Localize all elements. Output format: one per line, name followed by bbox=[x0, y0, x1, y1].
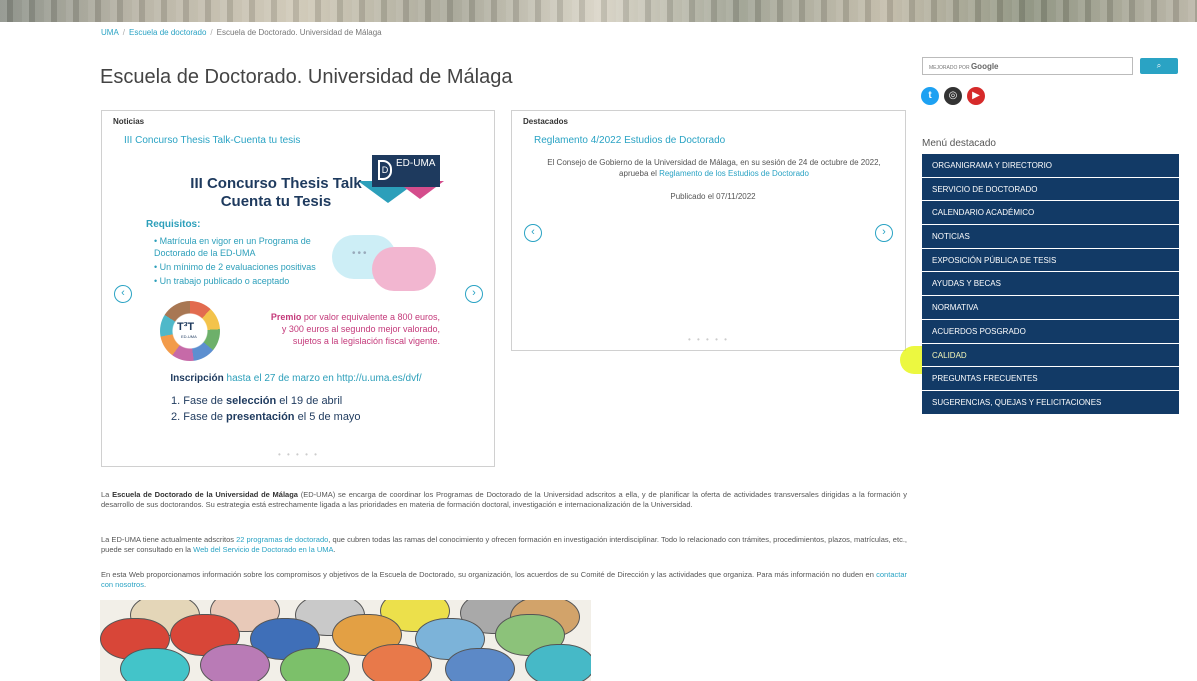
breadcrumb-item-uma[interactable]: UMA bbox=[101, 28, 119, 37]
noticias-panel: Noticias III Concurso Thesis Talk-Cuenta… bbox=[101, 110, 495, 467]
servicio-doctorado-link[interactable]: Web del Servicio de Doctorado en la UMA bbox=[193, 545, 333, 554]
menu-item-organigrama[interactable]: ORGANIGRAMA Y DIRECTORIO bbox=[922, 154, 1179, 178]
destacados-published-date: Publicado el 07/11/2022 bbox=[670, 192, 756, 201]
menu-item-ayudas-becas[interactable]: AYUDAS Y BECAS bbox=[922, 272, 1179, 297]
search-placeholder: MEJORADO POR Google bbox=[929, 62, 999, 71]
noticias-link[interactable]: III Concurso Thesis Talk-Cuenta tu tesis bbox=[124, 135, 300, 146]
breadcrumb-item-current: Escuela de Doctorado. Universidad de Mál… bbox=[216, 28, 382, 37]
poster-title-line2: Cuenta tu Tesis bbox=[220, 193, 332, 210]
noticias-prev-button[interactable]: ‹ bbox=[114, 285, 132, 303]
breadcrumb: UMA / Escuela de doctorado / Escuela de Doct… bbox=[101, 28, 382, 37]
bowl-shape bbox=[525, 644, 591, 681]
reglamento-link[interactable]: Reglamento de los Estudios de Doctorado bbox=[659, 169, 809, 178]
bowl-shape bbox=[280, 648, 350, 681]
intro-paragraph-1: La Escuela de Doctorado de la Universida… bbox=[101, 490, 907, 509]
poster-premio: Premio por valor equivalente a 800 euros… bbox=[270, 312, 440, 346]
bowl-shape bbox=[362, 644, 432, 681]
menu-item-calendario[interactable]: CALENDARIO ACADÉMICO bbox=[922, 201, 1179, 226]
menu-item-preguntas-frecuentes[interactable]: PREGUNTAS FRECUENTES bbox=[922, 367, 1179, 391]
breadcrumb-item-escuela[interactable]: Escuela de doctorado bbox=[129, 28, 206, 37]
poster-requisito: • Matrícula en vigor en un Programa de bbox=[154, 236, 311, 246]
poster-requisito: Doctorado de la ED-UMA bbox=[154, 248, 256, 258]
bowl-shape bbox=[120, 648, 190, 681]
menu-item-servicio-doctorado[interactable]: SERVICIO DE DOCTORADO bbox=[922, 177, 1179, 202]
programas-doctorado-link[interactable]: 22 programas de doctorado bbox=[236, 535, 328, 544]
poster-requisito: • Un mínimo de 2 evaluaciones positivas bbox=[154, 262, 316, 272]
destacados-link[interactable]: Reglamento 4/2022 Estudios de Doctorado bbox=[534, 135, 725, 146]
poster-requisito: • Un trabajo publicado o aceptado bbox=[154, 276, 290, 286]
destacados-pagination-dots[interactable]: • • • • • bbox=[688, 335, 729, 344]
noticias-next-button[interactable]: › bbox=[465, 285, 483, 303]
intro-paragraph-3: En esta Web proporcionamos información s… bbox=[101, 570, 907, 589]
destacados-next-button[interactable]: › bbox=[875, 224, 893, 242]
page-title: Escuela de Doctorado. Universidad de Mál… bbox=[100, 66, 513, 88]
menu-item-normativa[interactable]: NORMATIVA bbox=[922, 296, 1179, 320]
poster-requisitos-title: Requisitos: bbox=[146, 219, 201, 230]
menu-item-calidad[interactable]: CALIDAD bbox=[922, 343, 1179, 368]
destacados-heading: Destacados bbox=[523, 117, 568, 126]
twitter-icon[interactable]: t bbox=[921, 87, 939, 105]
menu-item-acuerdos-posgrado[interactable]: ACUERDOS POSGRADO bbox=[922, 319, 1179, 344]
search-button[interactable]: ⌕ bbox=[1140, 58, 1178, 74]
menu-item-exposicion-tesis[interactable]: EXPOSICIÓN PÚBLICA DE TESIS bbox=[922, 248, 1179, 273]
noticias-heading: Noticias bbox=[113, 117, 145, 126]
bowl-shape bbox=[445, 648, 515, 681]
ellipsis-icon: ••• bbox=[352, 248, 369, 259]
search-icon: ⌕ bbox=[1156, 61, 1162, 70]
menu-title: Menú destacado bbox=[922, 138, 996, 149]
search-input[interactable]: MEJORADO POR Google bbox=[922, 57, 1133, 75]
destacados-prev-button[interactable]: ‹ bbox=[524, 224, 542, 242]
speech-bubble-icon bbox=[372, 247, 436, 291]
destacados-panel: Destacados Reglamento 4/2022 Estudios de… bbox=[511, 110, 906, 351]
featured-menu: ORGANIGRAMA Y DIRECTORIO SERVICIO DE DOC… bbox=[922, 154, 1179, 415]
noticias-pagination-dots[interactable]: • • • • • bbox=[278, 450, 319, 459]
instagram-icon[interactable]: ◎ bbox=[944, 87, 962, 105]
header-banner-image bbox=[0, 0, 1197, 22]
noticias-poster-image[interactable]: D ED-UMA III Concurso Thesis Talk Cuenta… bbox=[146, 151, 446, 461]
youtube-icon[interactable]: ▶ bbox=[967, 87, 985, 105]
poster-fase-1: 1. Fase de selección el 19 de abril bbox=[171, 395, 343, 407]
poster-inscripcion: Inscripción hasta el 27 de marzo en http… bbox=[170, 373, 422, 384]
decorative-bowls-image bbox=[100, 600, 591, 681]
menu-item-noticias[interactable]: NOTICIAS bbox=[922, 225, 1179, 249]
intro-paragraph-2: La ED-UMA tiene actualmente adscritos 22… bbox=[101, 535, 907, 554]
poster-title-line1: III Concurso Thesis Talk bbox=[190, 175, 362, 192]
menu-item-sugerencias[interactable]: SUGERENCIAS, QUEJAS Y FELICITACIONES bbox=[922, 390, 1179, 415]
t3t-logo: T³T ED-UMA bbox=[160, 301, 220, 361]
bowl-shape bbox=[200, 644, 270, 681]
poster-fase-2: 2. Fase de presentación el 5 de mayo bbox=[171, 411, 361, 423]
destacados-text: El Consejo de Gobierno de la Universidad… bbox=[547, 158, 881, 178]
